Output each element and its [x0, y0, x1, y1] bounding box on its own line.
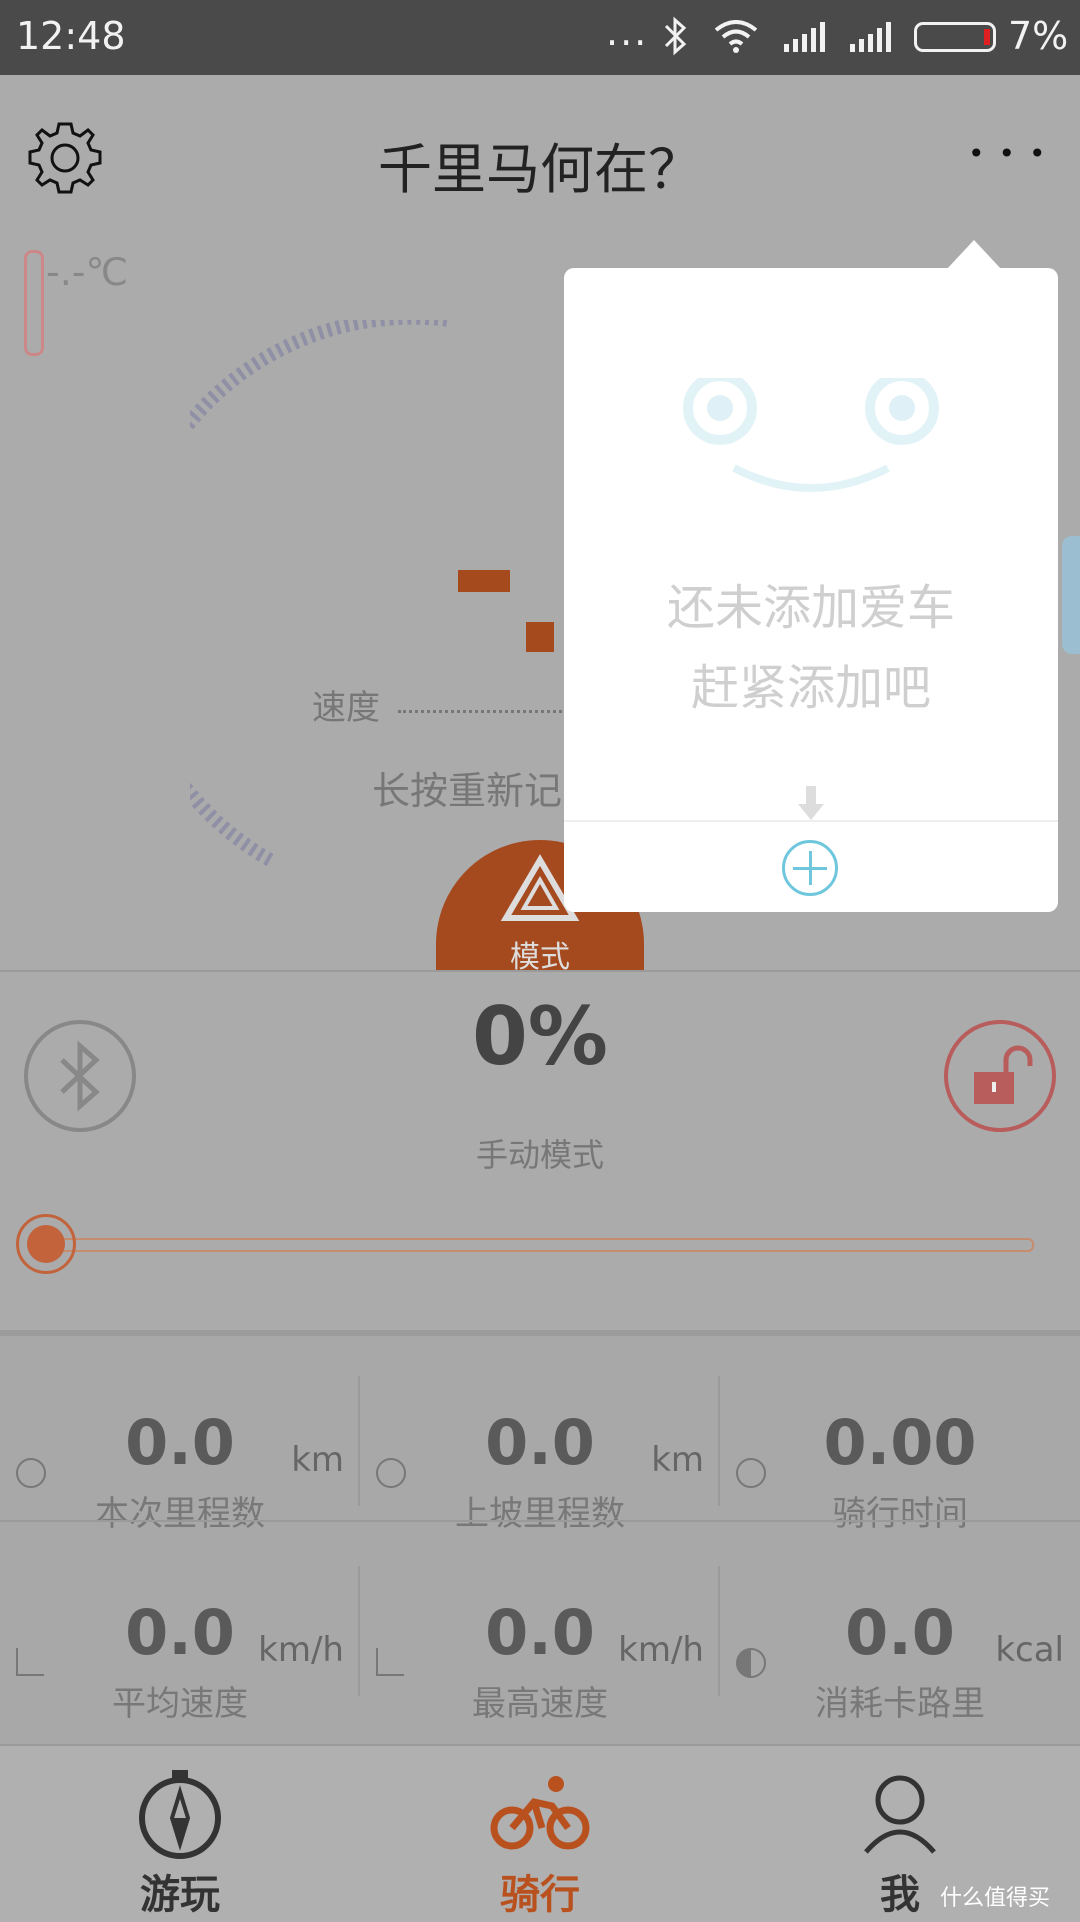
- restart-hint: 长按重新记: [372, 769, 563, 813]
- unlock-icon: [974, 1045, 1033, 1104]
- stat-cell: 0.0 km/h 平均速度: [0, 1556, 360, 1746]
- side-drawer-handle[interactable]: [1062, 536, 1080, 654]
- popup-message-line2: 赶紧添加吧: [690, 660, 931, 716]
- status-bar: 12:48 ... 7%: [0, 0, 1080, 75]
- stat-label: 消耗卡路里: [815, 1684, 985, 1724]
- more-menu-button[interactable]: •••: [968, 137, 1060, 170]
- stat-unit: km/h: [258, 1630, 344, 1670]
- divider: [0, 970, 1080, 972]
- tab-label: 游玩: [140, 1872, 220, 1918]
- stat-label: 本次里程数: [95, 1494, 265, 1534]
- tab-ride[interactable]: 骑行: [360, 1746, 720, 1922]
- stat-label: 最高速度: [472, 1684, 608, 1724]
- stat-label: 平均速度: [112, 1684, 248, 1724]
- bicycle-icon: [490, 1776, 590, 1850]
- battery-percent: 7%: [1008, 14, 1069, 58]
- stat-cell: 0.0 km 上坡里程数: [360, 1366, 720, 1556]
- stat-cell: 0.0 km/h 最高速度: [360, 1556, 720, 1746]
- temperature-readout: -.-℃: [46, 250, 129, 294]
- person-icon: [864, 1775, 936, 1854]
- unlock-button[interactable]: [944, 1020, 1056, 1132]
- down-arrow-icon: [798, 786, 824, 820]
- bluetooth-icon: [664, 16, 687, 56]
- popup-message-line1: 还未添加爱车: [666, 580, 955, 636]
- divider: [0, 1520, 1080, 1522]
- tab-play[interactable]: 游玩: [0, 1746, 360, 1922]
- divider: [564, 820, 1058, 822]
- signal-icon: [784, 22, 825, 52]
- stat-cell: 0.00 骑行时间: [720, 1366, 1080, 1556]
- speed-digit-segment: [458, 570, 510, 592]
- compass-icon: [139, 1770, 221, 1859]
- stat-value: 0.00: [823, 1406, 977, 1479]
- page-title: 千里马何在？: [378, 138, 702, 201]
- stat-unit: km: [291, 1440, 344, 1480]
- stat-unit: kcal: [995, 1630, 1064, 1670]
- assist-slider-track[interactable]: [44, 1238, 1034, 1252]
- tab-label: 骑行: [500, 1872, 580, 1918]
- notification-dots-icon: ...: [606, 10, 649, 54]
- popup-arrow: [946, 240, 1002, 270]
- mode-name: 手动模式: [475, 1136, 604, 1174]
- stat-cell: 0.0 kcal 消耗卡路里: [720, 1556, 1080, 1746]
- watermark: 什么值得买: [940, 1886, 1051, 1911]
- stat-cell: 0.0 km 本次里程数: [0, 1366, 360, 1556]
- speed-label: 速度: [312, 688, 380, 728]
- assist-percent: 0%: [472, 990, 608, 1083]
- wifi-icon: [714, 20, 758, 53]
- bottom-tab-bar: 游玩 骑行 我: [0, 1744, 1080, 1922]
- status-time: 12:48: [16, 14, 126, 58]
- add-bike-button[interactable]: [782, 840, 838, 896]
- speed-leader-line: [398, 710, 568, 713]
- signal-icon-2: [850, 22, 891, 52]
- stat-label: 骑行时间: [832, 1494, 968, 1534]
- stat-unit: km/h: [618, 1630, 704, 1670]
- app-header: 千里马何在？ •••: [0, 75, 1080, 225]
- assist-slider-knob[interactable]: [16, 1214, 76, 1274]
- mode-label: 模式: [510, 940, 570, 970]
- add-bike-popup: 还未添加爱车 赶紧添加吧: [564, 268, 1058, 912]
- smiley-face-icon: [683, 378, 939, 492]
- speed-digit-segment: [526, 622, 554, 652]
- thermometer-icon: [24, 250, 44, 356]
- battery-icon: [914, 22, 996, 52]
- stat-unit: km: [651, 1440, 704, 1480]
- stat-label: 上坡里程数: [455, 1494, 625, 1534]
- ride-stats: 0.0 km 本次里程数 0.0 km 上坡里程数 0.00 骑行时间 0.0 …: [0, 1330, 1080, 1746]
